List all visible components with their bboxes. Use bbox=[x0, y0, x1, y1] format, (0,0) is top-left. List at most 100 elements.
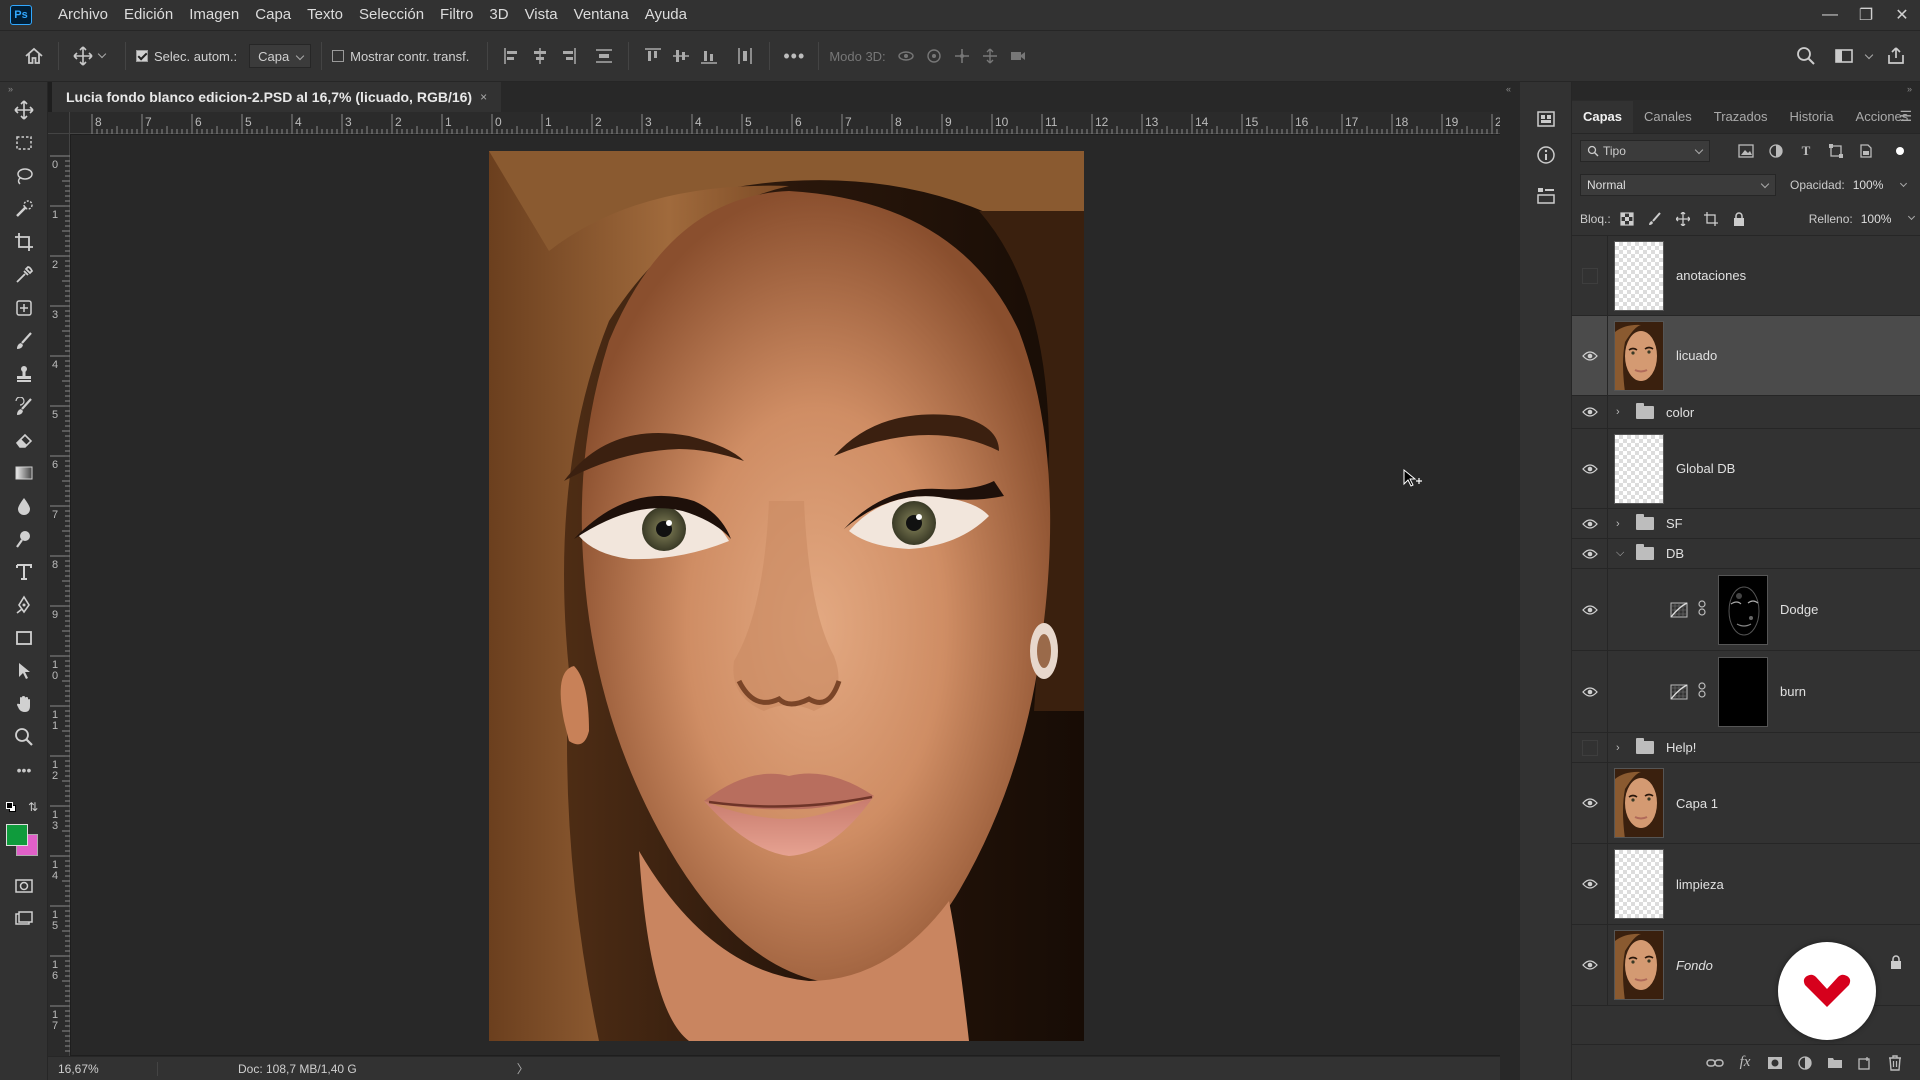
layer-thumbnail[interactable] bbox=[1614, 768, 1664, 838]
panel-menu-icon[interactable]: ☰ bbox=[1899, 108, 1912, 125]
menu-archivo[interactable]: Archivo bbox=[50, 0, 116, 30]
align-left-icon[interactable] bbox=[498, 42, 526, 70]
move-tool-icon[interactable] bbox=[69, 42, 97, 70]
menu-capa[interactable]: Capa bbox=[247, 0, 299, 30]
close-icon[interactable]: ✕ bbox=[1884, 0, 1920, 30]
layer-row[interactable]: ⌵ DB bbox=[1572, 539, 1920, 569]
home-icon[interactable] bbox=[20, 42, 48, 70]
crop-tool-icon[interactable] bbox=[9, 228, 39, 256]
visibility-eye-icon[interactable] bbox=[1572, 844, 1608, 924]
mask-link-icon[interactable] bbox=[1698, 682, 1712, 701]
dock-divider[interactable]: « bbox=[1500, 82, 1520, 1080]
zoom-tool-icon[interactable] bbox=[9, 723, 39, 751]
portrait-photo[interactable] bbox=[489, 151, 1084, 1041]
tab-trazados[interactable]: Trazados bbox=[1703, 101, 1779, 133]
layer-thumbnail[interactable] bbox=[1614, 433, 1664, 504]
menu-3d[interactable]: 3D bbox=[481, 0, 516, 30]
layer-name[interactable]: SF bbox=[1666, 516, 1683, 531]
align-right-icon[interactable] bbox=[554, 42, 582, 70]
menu-filtro[interactable]: Filtro bbox=[432, 0, 481, 30]
brush-tool-icon[interactable] bbox=[9, 327, 39, 355]
canvas-area[interactable] bbox=[71, 135, 1500, 1055]
layer-row[interactable]: › color bbox=[1572, 396, 1920, 429]
minimize-icon[interactable]: — bbox=[1812, 0, 1848, 30]
filter-smart-object-icon[interactable] bbox=[1854, 140, 1878, 162]
lasso-tool-icon[interactable] bbox=[9, 162, 39, 190]
show-transform-checkbox[interactable] bbox=[332, 50, 345, 62]
clone-stamp-tool-icon[interactable] bbox=[9, 360, 39, 388]
screen-mode-icon[interactable] bbox=[9, 905, 39, 933]
edit-toolbar-icon[interactable]: ••• bbox=[9, 756, 39, 784]
share-icon[interactable] bbox=[1882, 42, 1910, 70]
layer-mask-thumbnail[interactable] bbox=[1718, 656, 1768, 727]
group-expanded-chevron-icon[interactable]: ⌵ bbox=[1616, 547, 1630, 560]
3d-slide-icon[interactable] bbox=[976, 42, 1004, 70]
layer-thumbnail[interactable] bbox=[1614, 320, 1664, 391]
menu-ventana[interactable]: Ventana bbox=[566, 0, 637, 30]
tool-preset-chevron-icon[interactable] bbox=[97, 49, 107, 59]
align-top-icon[interactable] bbox=[639, 42, 667, 70]
menu-edicion[interactable]: Edición bbox=[116, 0, 181, 30]
properties-panel-icon[interactable] bbox=[1533, 182, 1559, 208]
zoom-level[interactable]: 16,67% bbox=[48, 1061, 158, 1076]
delete-layer-icon[interactable] bbox=[1880, 1051, 1910, 1075]
lock-transparent-icon[interactable] bbox=[1615, 208, 1639, 230]
dodge-tool-icon[interactable] bbox=[9, 525, 39, 553]
path-selection-tool-icon[interactable] bbox=[9, 657, 39, 685]
layer-row[interactable]: licuado bbox=[1572, 316, 1920, 396]
tab-historia[interactable]: Historia bbox=[1778, 101, 1844, 133]
more-options-icon[interactable]: ••• bbox=[780, 42, 808, 70]
layer-row[interactable]: burn bbox=[1572, 651, 1920, 733]
workspace-chevron-icon[interactable] bbox=[1864, 50, 1874, 60]
auto-select-target-select[interactable]: Capa bbox=[249, 44, 312, 68]
link-layers-icon[interactable] bbox=[1700, 1051, 1730, 1075]
libraries-panel-icon[interactable] bbox=[1533, 106, 1559, 132]
lock-all-icon[interactable] bbox=[1727, 208, 1751, 230]
new-group-icon[interactable] bbox=[1820, 1051, 1850, 1075]
menu-seleccion[interactable]: Selección bbox=[351, 0, 432, 30]
menu-imagen[interactable]: Imagen bbox=[181, 0, 247, 30]
fill-value[interactable]: 100% bbox=[1861, 208, 1905, 230]
visibility-toggle-off[interactable] bbox=[1572, 733, 1608, 762]
layer-filter-select[interactable]: Tipo bbox=[1580, 140, 1710, 162]
visibility-toggle-off[interactable] bbox=[1572, 236, 1608, 315]
hand-tool-icon[interactable] bbox=[9, 690, 39, 718]
3d-pan-icon[interactable] bbox=[948, 42, 976, 70]
layer-row[interactable]: › Help! bbox=[1572, 733, 1920, 763]
visibility-eye-icon[interactable] bbox=[1572, 396, 1608, 428]
search-icon[interactable] bbox=[1792, 42, 1820, 70]
fill-chevron-icon[interactable] bbox=[1907, 212, 1915, 221]
eyedropper-tool-icon[interactable] bbox=[9, 261, 39, 289]
layer-row[interactable]: Dodge bbox=[1572, 569, 1920, 651]
healing-brush-tool-icon[interactable] bbox=[9, 294, 39, 322]
new-layer-icon[interactable] bbox=[1850, 1051, 1880, 1075]
workspace-icon[interactable] bbox=[1830, 42, 1858, 70]
layer-name[interactable]: anotaciones bbox=[1676, 268, 1746, 283]
filter-toggle-icon[interactable] bbox=[1888, 140, 1912, 162]
mask-link-icon[interactable] bbox=[1698, 600, 1712, 619]
layer-name[interactable]: Fondo bbox=[1676, 958, 1713, 973]
filter-pixel-icon[interactable] bbox=[1734, 140, 1758, 162]
info-panel-icon[interactable] bbox=[1533, 142, 1559, 168]
visibility-eye-icon[interactable] bbox=[1572, 509, 1608, 538]
layer-name[interactable]: Help! bbox=[1666, 740, 1696, 755]
ruler-origin[interactable] bbox=[48, 112, 70, 134]
visibility-eye-icon[interactable] bbox=[1572, 569, 1608, 650]
marquee-tool-icon[interactable] bbox=[9, 129, 39, 157]
menu-texto[interactable]: Texto bbox=[299, 0, 351, 30]
curves-adjustment-icon[interactable] bbox=[1668, 601, 1690, 619]
eraser-tool-icon[interactable] bbox=[9, 426, 39, 454]
layer-row[interactable]: › SF bbox=[1572, 509, 1920, 539]
layer-name[interactable]: limpieza bbox=[1676, 877, 1724, 892]
layer-name[interactable]: color bbox=[1666, 405, 1694, 420]
opacity-chevron-icon[interactable] bbox=[1899, 179, 1907, 187]
auto-select-checkbox[interactable] bbox=[136, 50, 148, 62]
distribute-h-icon[interactable] bbox=[731, 42, 759, 70]
new-adjustment-layer-icon[interactable] bbox=[1790, 1051, 1820, 1075]
layer-mask-thumbnail[interactable] bbox=[1718, 574, 1768, 645]
document-tab[interactable]: Lucia fondo blanco edicion-2.PSD al 16,7… bbox=[52, 82, 502, 112]
filter-adjustment-icon[interactable] bbox=[1764, 140, 1788, 162]
align-center-h-icon[interactable] bbox=[526, 42, 554, 70]
lock-pixels-icon[interactable] bbox=[1643, 208, 1667, 230]
layer-name[interactable]: Capa 1 bbox=[1676, 796, 1718, 811]
